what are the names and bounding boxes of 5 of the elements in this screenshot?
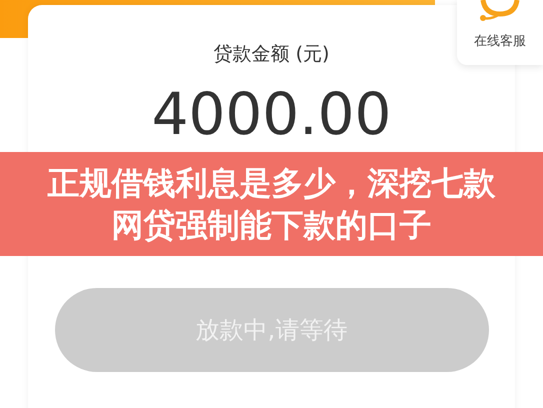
banner-title: 正规借钱利息是多少，深挖七款网贷强制能下款的口子: [46, 163, 496, 246]
loan-amount: 4000.00: [152, 85, 392, 143]
support-widget[interactable]: 在线客服: [457, 0, 543, 65]
support-label: 在线客服: [474, 33, 526, 50]
amount-label: 贷款金额 (元): [214, 42, 330, 67]
